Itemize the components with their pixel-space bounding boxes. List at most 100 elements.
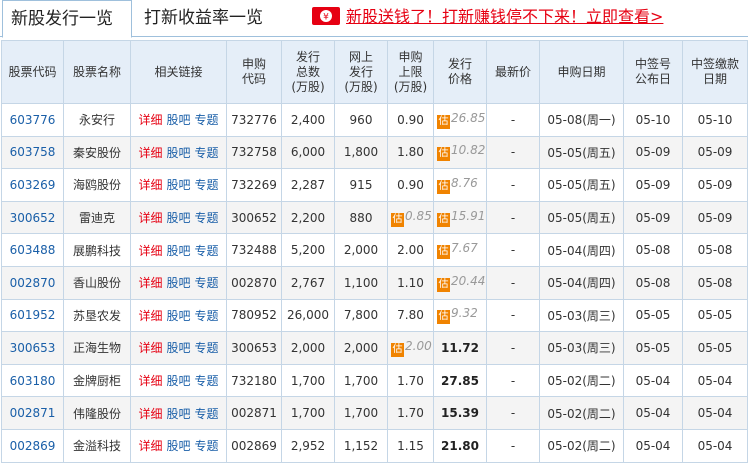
topic-link[interactable]: 专题 (195, 439, 219, 453)
topic-link[interactable]: 专题 (195, 113, 219, 127)
cell-subscription-code: 732488 (226, 233, 282, 267)
detail-link[interactable]: 详细 (138, 341, 162, 355)
cell-subscription-date: 05-02(周二) (539, 428, 624, 463)
stock-bar-link[interactable]: 股吧 (166, 146, 190, 160)
cell-total-issue: 1,700 (281, 363, 335, 398)
cell-online-issue: 915 (334, 168, 388, 202)
promo-link[interactable]: ¥ 新股送钱了！打新赚钱停不下来！立即查看> (312, 5, 663, 29)
detail-link[interactable]: 详细 (138, 113, 162, 127)
stock-code-link[interactable]: 300653 (10, 341, 56, 355)
detail-link[interactable]: 详细 (138, 439, 162, 453)
cell-subscription-code: 732776 (226, 103, 282, 137)
stock-code-link[interactable]: 300652 (10, 211, 56, 225)
cell-payment-date: 05-09 (682, 200, 748, 235)
cell-stock-name: 雷迪克 (63, 200, 131, 235)
stock-bar-link[interactable]: 股吧 (166, 178, 190, 192)
stock-bar-link[interactable]: 股吧 (166, 276, 190, 290)
table-row: 300652 雷迪克 详细 股吧 专题 300652 2,200 880 估 0.85 估 15.91… (1, 200, 748, 235)
cell-related-links: 详细 股吧 专题 (130, 135, 227, 170)
detail-link[interactable]: 详细 (138, 244, 162, 258)
stock-bar-link[interactable]: 股吧 (166, 211, 190, 225)
table-row: 300653 正海生物 详细 股吧 专题 300653 2,000 2,000 估 2.00 11.… (1, 331, 748, 365)
topic-link[interactable]: 专题 (195, 276, 219, 290)
detail-link[interactable]: 详细 (138, 178, 162, 192)
cell-subscription-code: 732758 (226, 135, 282, 170)
cell-online-issue: 1,700 (334, 396, 388, 430)
stock-bar-link[interactable]: 股吧 (166, 244, 190, 258)
stock-code-link[interactable]: 601952 (10, 308, 56, 322)
header-online-issue: 网上 发行 (万股) (334, 40, 388, 104)
stock-bar-link[interactable]: 股吧 (166, 439, 190, 453)
cell-payment-date: 05-05 (682, 298, 748, 333)
topic-link[interactable]: 专题 (195, 341, 219, 355)
stock-code-link[interactable]: 603776 (10, 113, 56, 127)
tab-new-stock-list[interactable]: 新股发行一览 (2, 0, 132, 38)
table-row: 002870 香山股份 详细 股吧 专题 002870 2,767 1,100 1.10 估 20.… (1, 265, 748, 300)
header-subscription-date: 申购日期 (539, 40, 624, 104)
stock-code-link[interactable]: 002871 (10, 406, 56, 420)
topic-link[interactable]: 专题 (195, 374, 219, 388)
estimate-badge: 估 (437, 245, 450, 260)
tab-bar: 新股发行一览 打新收益率一览 ¥ 新股送钱了！打新赚钱停不下来！立即查看> (0, 0, 748, 38)
cell-related-links: 详细 股吧 专题 (130, 396, 227, 430)
cell-related-links: 详细 股吧 专题 (130, 200, 227, 235)
topic-link[interactable]: 专题 (195, 178, 219, 192)
cell-issue-price: 27.85 (433, 363, 487, 398)
cell-online-issue: 880 (334, 200, 388, 235)
stock-bar-link[interactable]: 股吧 (166, 341, 190, 355)
stock-code-link[interactable]: 002869 (10, 439, 56, 453)
cell-stock-code: 601952 (1, 298, 64, 333)
detail-link[interactable]: 详细 (138, 146, 162, 160)
stock-bar-link[interactable]: 股吧 (166, 113, 190, 127)
header-announce-date: 中签号 公布日 (623, 40, 683, 104)
cell-announce-date: 05-09 (623, 200, 683, 235)
cell-issue-price: 11.72 (433, 331, 487, 365)
stock-bar-link[interactable]: 股吧 (166, 309, 190, 323)
cell-total-issue: 2,952 (281, 428, 335, 463)
header-stock-code: 股票代码 (1, 40, 64, 104)
header-stock-name: 股票名称 (63, 40, 131, 104)
cell-stock-code: 603269 (1, 168, 64, 202)
cell-subscription-limit: 1.15 (387, 428, 434, 463)
detail-link[interactable]: 详细 (138, 276, 162, 290)
cell-subscription-date: 05-08(周一) (539, 103, 624, 137)
cell-stock-name: 香山股份 (63, 265, 131, 300)
cell-issue-price: 估 10.82 (433, 135, 487, 170)
cell-stock-code: 603488 (1, 233, 64, 267)
estimate-badge: 估 (391, 342, 404, 357)
stock-code-link[interactable]: 603758 (10, 145, 56, 159)
stock-code-link[interactable]: 603488 (10, 243, 56, 257)
tab-ipo-yield-list[interactable]: 打新收益率一览 (136, 0, 276, 37)
stock-bar-link[interactable]: 股吧 (166, 407, 190, 421)
table-header-row: 股票代码 股票名称 相关链接 申购 代码 发行 总数 (万股) 网上 发行 (万股) 申购… (1, 40, 748, 104)
header-related-links: 相关链接 (130, 40, 227, 104)
cell-stock-code: 300653 (1, 331, 64, 365)
topic-link[interactable]: 专题 (195, 407, 219, 421)
cell-stock-code: 002870 (1, 265, 64, 300)
cell-subscription-code: 300652 (226, 200, 282, 235)
cell-latest-price: - (486, 331, 540, 365)
detail-link[interactable]: 详细 (138, 374, 162, 388)
detail-link[interactable]: 详细 (138, 407, 162, 421)
cell-related-links: 详细 股吧 专题 (130, 265, 227, 300)
cell-subscription-code: 732269 (226, 168, 282, 202)
cell-subscription-code: 300653 (226, 331, 282, 365)
stock-code-link[interactable]: 603180 (10, 374, 56, 388)
ipo-table: 股票代码 股票名称 相关链接 申购 代码 发行 总数 (万股) 网上 发行 (万股) 申购… (1, 40, 748, 463)
stock-code-link[interactable]: 002870 (10, 276, 56, 290)
detail-link[interactable]: 详细 (138, 211, 162, 225)
detail-link[interactable]: 详细 (138, 309, 162, 323)
topic-link[interactable]: 专题 (195, 211, 219, 225)
stock-bar-link[interactable]: 股吧 (166, 374, 190, 388)
cell-stock-name: 海鸥股份 (63, 168, 131, 202)
header-subscription-code: 申购 代码 (226, 40, 282, 104)
topic-link[interactable]: 专题 (195, 309, 219, 323)
cell-issue-price: 21.80 (433, 428, 487, 463)
cell-stock-code: 002869 (1, 428, 64, 463)
cell-related-links: 详细 股吧 专题 (130, 428, 227, 463)
stock-code-link[interactable]: 603269 (10, 178, 56, 192)
cell-announce-date: 05-09 (623, 168, 683, 202)
topic-link[interactable]: 专题 (195, 244, 219, 258)
cell-related-links: 详细 股吧 专题 (130, 331, 227, 365)
topic-link[interactable]: 专题 (195, 146, 219, 160)
